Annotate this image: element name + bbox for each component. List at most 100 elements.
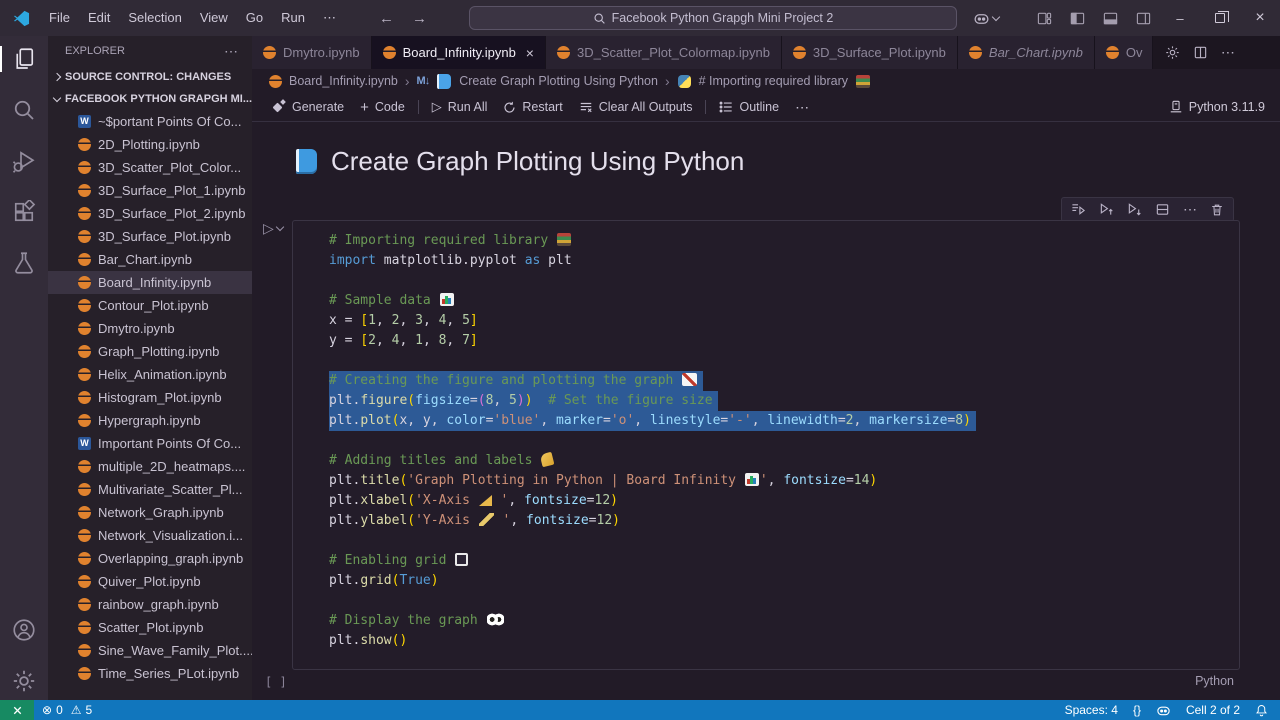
generate-button[interactable]: Generate bbox=[264, 96, 352, 118]
file-row-Bar_Chart.ipynb[interactable]: Bar_Chart.ipynb bbox=[48, 248, 252, 271]
add-code-cell-button[interactable]: + Code bbox=[352, 96, 413, 118]
code-line-18[interactable]: plt.grid(True) bbox=[329, 571, 439, 591]
close-tab-icon[interactable]: × bbox=[526, 45, 534, 61]
breadcrumb-section[interactable]: Create Graph Plotting Using Python bbox=[459, 74, 658, 88]
file-row-rainbow_graph.ipynb[interactable]: rainbow_graph.ipynb bbox=[48, 593, 252, 616]
file-row-Sine_Wave_Family_Plot....[interactable]: Sine_Wave_Family_Plot.... bbox=[48, 639, 252, 662]
file-row-Time_Series_PLot.ipynb[interactable]: Time_Series_PLot.ipynb bbox=[48, 662, 252, 685]
file-row-Contour_Plot.ipynb[interactable]: Contour_Plot.ipynb bbox=[48, 294, 252, 317]
split-cell-icon[interactable] bbox=[1155, 202, 1170, 217]
file-row-Network_Graph.ipynb[interactable]: Network_Graph.ipynb bbox=[48, 501, 252, 524]
copilot-menu[interactable] bbox=[973, 10, 1001, 27]
minimize-button[interactable]: – bbox=[1160, 0, 1200, 36]
code-line-21[interactable]: plt.show() bbox=[329, 631, 407, 651]
code-line-15[interactable]: plt.ylabel('Y-Axis ', fontsize=12) bbox=[329, 511, 620, 531]
tab-Board_Infinity.ipynb[interactable]: Board_Infinity.ipynb × bbox=[371, 36, 546, 69]
menu-item-go[interactable]: Go bbox=[237, 6, 272, 30]
execute-cell-below-icon[interactable] bbox=[1127, 202, 1142, 217]
braces-indicator[interactable]: {} bbox=[1133, 703, 1141, 717]
execute-cell-above-icon[interactable] bbox=[1099, 202, 1114, 217]
split-editor-icon[interactable] bbox=[1193, 45, 1208, 60]
code-line-9[interactable]: plt.figure(figsize=(8, 5)) # Set the fig… bbox=[329, 391, 718, 411]
file-row-Graph_Plotting.ipynb[interactable]: Graph_Plotting.ipynb bbox=[48, 340, 252, 363]
toolbar-more-actions[interactable]: ⋯ bbox=[787, 96, 817, 118]
code-line-20[interactable]: # Display the graph bbox=[329, 611, 505, 631]
menu-item-edit[interactable]: Edit bbox=[79, 6, 119, 30]
code-line-10[interactable]: plt.plot(x, y, color='blue', marker='o',… bbox=[329, 411, 976, 431]
file-row-Histogram_Plot.ipynb[interactable]: Histogram_Plot.ipynb bbox=[48, 386, 252, 409]
file-row-Overlapping_graph.ipynb[interactable]: Overlapping_graph.ipynb bbox=[48, 547, 252, 570]
code-line-16[interactable] bbox=[329, 531, 337, 551]
cell-language-picker[interactable]: Python bbox=[1195, 674, 1234, 688]
code-line-6[interactable]: y = [2, 4, 1, 8, 7] bbox=[329, 331, 478, 351]
file-row-2D_Plotting.ipynb[interactable]: 2D_Plotting.ipynb bbox=[48, 133, 252, 156]
code-line-1[interactable]: # Importing required library bbox=[329, 231, 572, 251]
search-sidebar-icon[interactable] bbox=[11, 97, 37, 123]
accounts-icon[interactable] bbox=[11, 617, 37, 643]
run-all-button[interactable]: ▷ Run All bbox=[424, 96, 496, 118]
toggle-primary-sidebar-icon[interactable] bbox=[1070, 11, 1085, 26]
breadcrumb-file[interactable]: Board_Infinity.ipynb bbox=[289, 74, 398, 88]
menu-item-run[interactable]: Run bbox=[272, 6, 314, 30]
menu-item-selection[interactable]: Selection bbox=[119, 6, 190, 30]
file-row-Board_Infinity.ipynb[interactable]: Board_Infinity.ipynb bbox=[48, 271, 252, 294]
kernel-picker[interactable]: Python 3.11.9 bbox=[1169, 100, 1265, 114]
execute-above-icon[interactable] bbox=[1071, 202, 1086, 217]
cell-indicator[interactable]: Cell 2 of 2 bbox=[1186, 703, 1240, 717]
customize-layout-icon[interactable] bbox=[1037, 11, 1052, 26]
command-center-search[interactable]: Facebook Python Grapgh Mini Project 2 bbox=[469, 6, 957, 30]
cell-more-actions[interactable]: ⋯ bbox=[1183, 201, 1197, 218]
problems-indicator[interactable]: ⊗ 0 ⚠ 5 bbox=[34, 703, 100, 717]
outline-button[interactable]: Outline bbox=[711, 96, 787, 118]
copilot-status-icon[interactable] bbox=[1156, 703, 1171, 718]
notebook-settings-gear-icon[interactable] bbox=[1165, 45, 1180, 60]
file-row-3D_Surface_Plot.ipynb[interactable]: 3D_Surface_Plot.ipynb bbox=[48, 225, 252, 248]
file-row-Scatter_Plot.ipynb[interactable]: Scatter_Plot.ipynb bbox=[48, 616, 252, 639]
toggle-panel-icon[interactable] bbox=[1103, 11, 1118, 26]
delete-cell-icon[interactable] bbox=[1210, 203, 1224, 217]
tab-Dmytro.ipynb[interactable]: Dmytro.ipynb bbox=[252, 36, 372, 69]
file-row-Hypergraph.ipynb[interactable]: Hypergraph.ipynb bbox=[48, 409, 252, 432]
code-line-13[interactable]: plt.title('Graph Plotting in Python | Bo… bbox=[329, 471, 877, 491]
menu-item-more[interactable]: ⋯ bbox=[314, 6, 345, 30]
code-line-12[interactable]: # Adding titles and labels bbox=[329, 451, 555, 471]
file-row-Dmytro.ipynb[interactable]: Dmytro.ipynb bbox=[48, 317, 252, 340]
run-debug-icon[interactable] bbox=[11, 148, 37, 174]
code-line-3[interactable] bbox=[329, 271, 337, 291]
code-line-19[interactable] bbox=[329, 591, 337, 611]
testing-icon[interactable] bbox=[11, 250, 37, 276]
restore-button[interactable] bbox=[1200, 0, 1240, 36]
settings-gear-icon[interactable] bbox=[11, 668, 37, 694]
file-row-Quiver_Plot.ipynb[interactable]: Quiver_Plot.ipynb bbox=[48, 570, 252, 593]
file-row-Helix_Animation.ipynb[interactable]: Helix_Animation.ipynb bbox=[48, 363, 252, 386]
explorer-icon[interactable] bbox=[0, 46, 37, 72]
extensions-icon[interactable] bbox=[11, 199, 37, 225]
clear-all-outputs-button[interactable]: Clear All Outputs bbox=[571, 96, 701, 118]
file-row-3D_Surface_Plot_2.ipynb[interactable]: 3D_Surface_Plot_2.ipynb bbox=[48, 202, 252, 225]
code-cell[interactable]: # Importing required library import matp… bbox=[292, 220, 1240, 670]
toggle-secondary-sidebar-icon[interactable] bbox=[1136, 11, 1151, 26]
code-line-8[interactable]: # Creating the figure and plotting the g… bbox=[329, 371, 704, 391]
back-button[interactable]: ← bbox=[379, 10, 394, 27]
tab-Bar_Chart.ipynb[interactable]: Bar_Chart.ipynb bbox=[957, 36, 1095, 69]
tab-3D_Scatter_Plot_Colormap.ipynb[interactable]: 3D_Scatter_Plot_Colormap.ipynb bbox=[545, 36, 782, 69]
file-row-Network_Visualization.i...[interactable]: Network_Visualization.i... bbox=[48, 524, 252, 547]
code-line-14[interactable]: plt.xlabel('X-Axis ', fontsize=12) bbox=[329, 491, 618, 511]
indent-indicator[interactable]: Spaces: 4 bbox=[1065, 703, 1118, 717]
code-line-2[interactable]: import matplotlib.pyplot as plt bbox=[329, 251, 572, 271]
forward-button[interactable]: → bbox=[412, 10, 427, 27]
file-row-multiple_2D_heatmaps....[interactable]: multiple_2D_heatmaps.... bbox=[48, 455, 252, 478]
file-row-Multivariate_Scatter_Pl...[interactable]: Multivariate_Scatter_Pl... bbox=[48, 478, 252, 501]
code-line-5[interactable]: x = [1, 2, 3, 4, 5] bbox=[329, 311, 478, 331]
explorer-more-actions[interactable]: ⋯ bbox=[224, 43, 238, 60]
menu-item-view[interactable]: View bbox=[191, 6, 237, 30]
tab-3D_Surface_Plot.ipynb[interactable]: 3D_Surface_Plot.ipynb bbox=[781, 36, 958, 69]
file-row-~$portant Points Of Co...[interactable]: W ~$portant Points Of Co... bbox=[48, 110, 252, 133]
run-cell-button[interactable]: ▷ bbox=[263, 220, 285, 237]
editor-more-actions[interactable]: ⋯ bbox=[1221, 44, 1235, 61]
remote-indicator[interactable] bbox=[0, 700, 34, 720]
file-row-Important Points Of Co...[interactable]: W Important Points Of Co... bbox=[48, 432, 252, 455]
restart-button[interactable]: Restart bbox=[495, 96, 570, 118]
section-source-control[interactable]: SOURCE CONTROL: CHANGES bbox=[48, 66, 252, 88]
file-row-3D_Surface_Plot_1.ipynb[interactable]: 3D_Surface_Plot_1.ipynb bbox=[48, 179, 252, 202]
